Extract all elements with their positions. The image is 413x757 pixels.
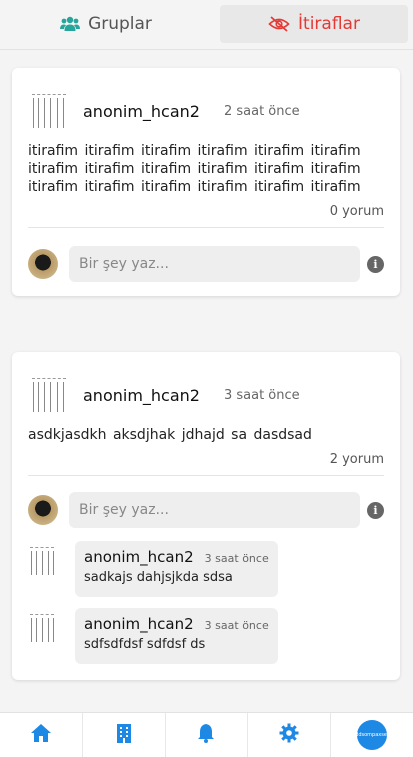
comment-count-link[interactable]: 0 yorum [330, 204, 384, 219]
bottom-nav: ddsompaxser [0, 712, 413, 757]
reply-row: i [28, 246, 384, 282]
nav-settings[interactable] [248, 713, 332, 757]
divider [28, 475, 384, 476]
post-time: 2 saat önce [223, 103, 300, 119]
avatar [28, 249, 58, 279]
post-header: anonim_hcan2 2 saat önce [30, 88, 300, 134]
comment-bubble: anonim_hcan2 3 saat önce sadkajs dahjsjk… [75, 541, 278, 597]
post-text: asdkjasdkh aksdjhak jdhajd sa dasdsad [28, 427, 312, 443]
anonymous-logo [30, 374, 70, 416]
nav-home[interactable] [0, 713, 83, 757]
post-card: anonim_hcan2 2 saat önce itirafim itiraf… [12, 68, 400, 296]
divider [28, 227, 384, 228]
info-icon[interactable]: i [367, 501, 384, 519]
anonymous-logo [28, 610, 58, 646]
avatar [28, 495, 58, 525]
comment-count-link[interactable]: 2 yorum [330, 452, 384, 467]
eye-slash-icon [268, 16, 290, 32]
users-icon [60, 16, 81, 32]
post-username[interactable]: anonim_hcan2 [83, 386, 200, 405]
comment-text: sadkajs dahjsjkda sdsa [84, 570, 233, 585]
home-icon [30, 723, 52, 747]
info-icon[interactable]: i [367, 255, 384, 273]
tab-confessions-label: İtiraflar [298, 14, 360, 34]
profile-avatar-text: ddsompaxser [355, 732, 389, 738]
nav-profile[interactable]: ddsompaxser [331, 713, 413, 757]
comment-item: anonim_hcan2 3 saat önce sdfsdfdsf sdfds… [28, 608, 278, 664]
comment-item: anonim_hcan2 3 saat önce sadkajs dahjsjk… [28, 541, 278, 597]
gear-icon [279, 723, 299, 747]
post-text: itirafim itirafim itirafim itirafim itir… [28, 143, 361, 195]
profile-avatar: ddsompaxser [355, 720, 389, 750]
nav-notifications[interactable] [166, 713, 249, 757]
comment-time: 3 saat önce [204, 619, 269, 632]
comment-username[interactable]: anonim_hcan2 [84, 548, 194, 566]
post-time: 3 saat önce [223, 387, 300, 403]
top-tabs: Gruplar İtiraflar [0, 0, 413, 50]
comment-text: sdfsdfdsf sdfdsf ds [84, 637, 206, 652]
reply-input[interactable] [69, 246, 360, 282]
comment-bubble: anonim_hcan2 3 saat önce sdfsdfdsf sdfds… [75, 608, 278, 664]
anonymous-logo [28, 543, 58, 579]
comment-time: 3 saat önce [204, 552, 269, 565]
bell-icon [197, 723, 215, 747]
tab-groups[interactable]: Gruplar [12, 5, 200, 43]
post-header: anonim_hcan2 3 saat önce [30, 372, 300, 418]
post-card: anonim_hcan2 3 saat önce asdkjasdkh aksd… [12, 352, 400, 680]
reply-row: i [28, 492, 384, 528]
comment-username[interactable]: anonim_hcan2 [84, 615, 194, 633]
tab-groups-label: Gruplar [88, 14, 152, 34]
anonymous-logo [30, 90, 70, 132]
tab-confessions[interactable]: İtiraflar [220, 5, 408, 43]
nav-building[interactable] [83, 713, 166, 757]
reply-input[interactable] [69, 492, 360, 528]
post-username[interactable]: anonim_hcan2 [83, 102, 200, 121]
building-icon [116, 723, 132, 747]
